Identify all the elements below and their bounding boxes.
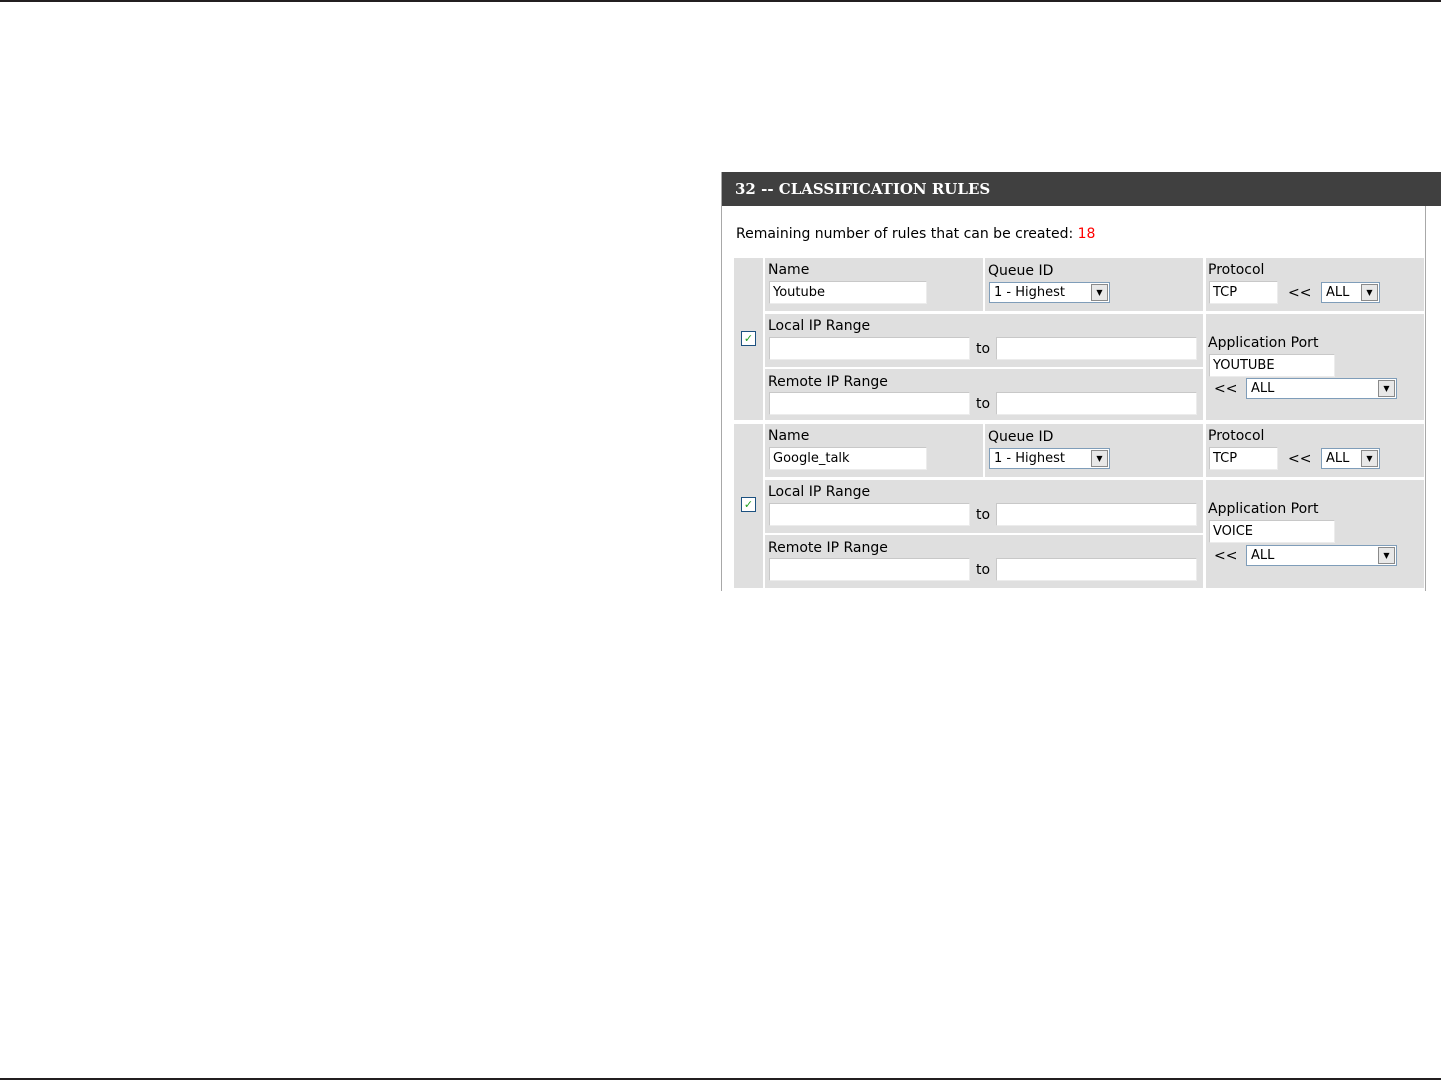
checkmark-icon: ✓ (743, 332, 754, 345)
queue-id-cell: Queue ID 1 - Highest ▼ (985, 424, 1203, 477)
remote-ip-to-label: to (976, 396, 991, 412)
application-arrow-text: << (1214, 381, 1238, 397)
protocol-input[interactable]: TCP (1209, 281, 1278, 304)
queue-id-value: 1 - Highest (994, 285, 1065, 300)
checkmark-icon: ✓ (743, 498, 754, 511)
name-input[interactable]: Youtube (769, 281, 927, 304)
protocol-arrow-text: << (1288, 285, 1312, 301)
remaining-rules-label: Remaining number of rules that can be cr… (736, 226, 1074, 242)
application-port-cell: Application Port VOICE << ALL ▼ (1206, 480, 1424, 588)
application-select[interactable]: ALL ▼ (1246, 378, 1397, 399)
protocol-select[interactable]: ALL ▼ (1321, 448, 1380, 469)
remote-ip-from-input[interactable] (769, 392, 970, 415)
bottom-rule (0, 1078, 1441, 1080)
application-select[interactable]: ALL ▼ (1246, 545, 1397, 566)
name-label: Name (768, 262, 810, 278)
queue-id-cell: Queue ID 1 - Highest ▼ (985, 258, 1203, 311)
rule-enable-checkbox[interactable]: ✓ (741, 331, 756, 346)
remote-ip-to-input[interactable] (996, 558, 1197, 581)
application-port-input[interactable]: VOICE (1209, 520, 1335, 543)
local-ip-from-input[interactable] (769, 503, 970, 526)
application-arrow-text: << (1214, 548, 1238, 564)
top-rule (0, 0, 1441, 2)
protocol-select-value: ALL (1326, 285, 1350, 300)
rule-check-cell: ✓ (734, 258, 763, 420)
panel-title: 32 -- CLASSIFICATION RULES (722, 172, 1441, 206)
remote-ip-label: Remote IP Range (768, 374, 888, 390)
application-port-cell: Application Port YOUTUBE << ALL ▼ (1206, 314, 1424, 420)
remote-ip-to-label: to (976, 562, 991, 578)
rule-enable-checkbox[interactable]: ✓ (741, 497, 756, 512)
dropdown-arrow-icon: ▼ (1091, 284, 1108, 301)
dropdown-arrow-icon: ▼ (1361, 450, 1378, 467)
dropdown-arrow-icon: ▼ (1378, 380, 1395, 397)
protocol-input[interactable]: TCP (1209, 447, 1278, 470)
application-port-label: Application Port (1208, 501, 1319, 517)
name-input[interactable]: Google_talk (769, 447, 927, 470)
remote-ip-cell: Remote IP Range to (765, 369, 1203, 420)
queue-id-label: Queue ID (988, 263, 1054, 279)
classification-rules-panel: 32 -- CLASSIFICATION RULES Remaining num… (721, 172, 1441, 591)
name-cell: Name Youtube (765, 258, 983, 311)
local-ip-from-input[interactable] (769, 337, 970, 360)
local-ip-cell: Local IP Range to (765, 480, 1203, 533)
rule-check-cell: ✓ (734, 424, 763, 588)
remote-ip-from-input[interactable] (769, 558, 970, 581)
queue-id-select[interactable]: 1 - Highest ▼ (989, 282, 1110, 303)
remote-ip-cell: Remote IP Range to (765, 535, 1203, 588)
queue-id-label: Queue ID (988, 429, 1054, 445)
local-ip-label: Local IP Range (768, 318, 871, 334)
local-ip-to-label: to (976, 341, 991, 357)
local-ip-to-input[interactable] (996, 337, 1197, 360)
protocol-cell: Protocol TCP << ALL ▼ (1206, 424, 1424, 477)
application-port-label: Application Port (1208, 335, 1319, 351)
protocol-select[interactable]: ALL ▼ (1321, 282, 1380, 303)
application-port-input[interactable]: YOUTUBE (1209, 354, 1335, 377)
dropdown-arrow-icon: ▼ (1361, 284, 1378, 301)
local-ip-to-label: to (976, 507, 991, 523)
remaining-rules-text: Remaining number of rules that can be cr… (736, 225, 1095, 243)
protocol-arrow-text: << (1288, 451, 1312, 467)
local-ip-label: Local IP Range (768, 484, 871, 500)
protocol-label: Protocol (1208, 262, 1265, 278)
queue-id-select[interactable]: 1 - Highest ▼ (989, 448, 1110, 469)
protocol-select-value: ALL (1326, 451, 1350, 466)
queue-id-value: 1 - Highest (994, 451, 1065, 466)
application-select-value: ALL (1251, 548, 1275, 563)
name-cell: Name Google_talk (765, 424, 983, 477)
application-select-value: ALL (1251, 381, 1275, 396)
dropdown-arrow-icon: ▼ (1091, 450, 1108, 467)
remote-ip-label: Remote IP Range (768, 540, 888, 556)
name-label: Name (768, 428, 810, 444)
remote-ip-to-input[interactable] (996, 392, 1197, 415)
remaining-rules-count: 18 (1077, 226, 1096, 242)
dropdown-arrow-icon: ▼ (1378, 547, 1395, 564)
protocol-label: Protocol (1208, 428, 1265, 444)
protocol-cell: Protocol TCP << ALL ▼ (1206, 258, 1424, 311)
local-ip-cell: Local IP Range to (765, 314, 1203, 367)
local-ip-to-input[interactable] (996, 503, 1197, 526)
